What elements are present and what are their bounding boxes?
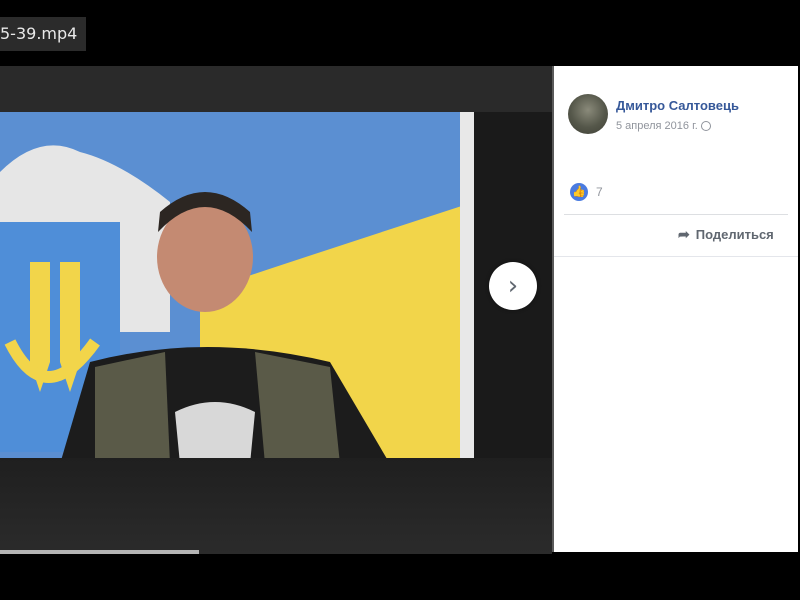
chevron-right-icon: › <box>507 271 519 301</box>
post-date-text[interactable]: 5 апреля 2016 г. <box>616 120 698 132</box>
like-icon[interactable]: 👍 <box>570 183 588 201</box>
share-button[interactable]: ➦ Поделиться <box>678 226 774 243</box>
viewer-bottom-bar <box>0 458 552 554</box>
reaction-count[interactable]: 7 <box>596 185 603 199</box>
video-frame-image <box>0 112 474 464</box>
photo-viewer: › <box>0 66 552 554</box>
divider <box>554 256 798 257</box>
file-name-tab: 5-39.mp4 <box>0 17 86 51</box>
author-name-link[interactable]: Дмитро Салтовець <box>616 98 739 113</box>
globe-icon <box>700 121 711 131</box>
video-frame[interactable] <box>0 112 474 464</box>
share-arrow-icon: ➦ <box>678 226 690 242</box>
next-photo-button[interactable]: › <box>489 262 537 310</box>
post-date[interactable]: 5 апреля 2016 г. <box>616 120 711 132</box>
divider <box>564 214 788 215</box>
video-progress-bar[interactable] <box>0 550 199 554</box>
viewer-top-bar <box>0 66 552 112</box>
share-button-label: Поделиться <box>695 227 774 242</box>
avatar[interactable] <box>568 94 608 134</box>
post-side-panel: Дмитро Салтовець 5 апреля 2016 г. 👍 7 ➦ П… <box>554 66 798 552</box>
